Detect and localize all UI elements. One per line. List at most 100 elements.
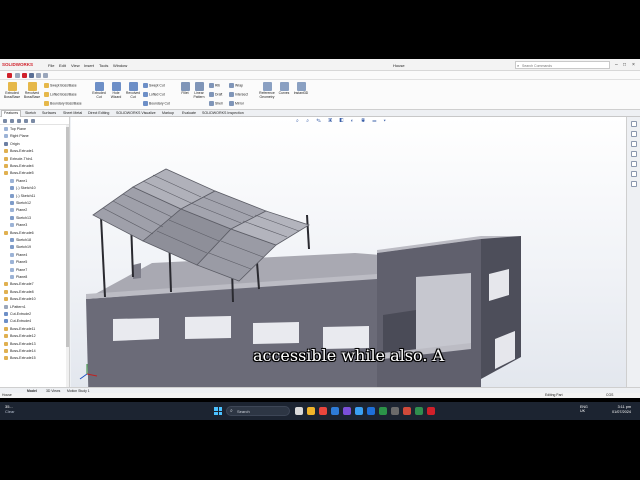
linear-pattern-button[interactable]: Linear Pattern	[191, 82, 207, 100]
tree-item[interactable]: Boss-Extrude10	[4, 296, 36, 303]
tree-item[interactable]: (-) Sketch11	[10, 193, 35, 200]
tree-item[interactable]: (-) Sketch10	[10, 185, 36, 192]
custom-properties-icon[interactable]	[631, 181, 637, 187]
menu-edit[interactable]: Edit	[59, 63, 66, 68]
tree-item[interactable]: Boss-Extrude14	[4, 348, 36, 355]
appearances-icon[interactable]	[631, 171, 637, 177]
tree-item[interactable]: LPattern1	[4, 304, 26, 311]
tree-item[interactable]: Extrude-Thin1	[4, 156, 33, 163]
tree-item[interactable]: Sketch12	[10, 200, 31, 207]
tree-item[interactable]: Plane4	[10, 252, 27, 259]
menu-view[interactable]: View	[71, 63, 80, 68]
menu-file[interactable]: File	[48, 63, 54, 68]
tab-solidworks-visualize[interactable]: SOLIDWORKS Visualize	[114, 111, 158, 115]
home-icon[interactable]	[631, 121, 637, 127]
fillet-button[interactable]: Fillet	[178, 82, 192, 96]
file-explorer-icon[interactable]	[631, 151, 637, 157]
menu-insert[interactable]: Insert	[84, 63, 94, 68]
tree-item[interactable]: Boss-Extrude12	[4, 333, 36, 340]
tree-item[interactable]: Boss-Extrude8	[4, 289, 34, 296]
status-units[interactable]: CGS	[606, 393, 613, 397]
swept-cut-button[interactable]: Swept Cut	[143, 83, 165, 88]
hole-wizard-button[interactable]: Hole Wizard	[107, 82, 125, 100]
taskbar-search[interactable]: ⌕ Search	[226, 406, 290, 416]
powerpoint-icon[interactable]	[403, 407, 411, 415]
curves-button[interactable]: Curves	[277, 82, 291, 96]
tab-sheet-metal[interactable]: Sheet Metal	[61, 111, 84, 115]
chrome-icon[interactable]	[319, 407, 327, 415]
shell-button[interactable]: Shell	[209, 101, 223, 106]
wrap-button[interactable]: Wrap	[229, 83, 243, 88]
tree-item[interactable]: Origin	[4, 141, 20, 148]
resources-icon[interactable]	[631, 131, 637, 137]
tree-item[interactable]: Plane8	[10, 274, 27, 281]
revolved-boss-button[interactable]: Revolved Boss/Base	[22, 82, 42, 100]
configuration-manager-icon[interactable]	[17, 119, 21, 123]
design-library-icon[interactable]	[631, 141, 637, 147]
undo-icon[interactable]	[43, 73, 48, 78]
draft-button[interactable]: Draft	[209, 92, 222, 97]
tree-scrollbar-thumb[interactable]	[66, 127, 69, 347]
tree-item[interactable]: Right Plane	[4, 133, 29, 140]
tab-sketch[interactable]: Sketch	[23, 111, 38, 115]
boundary-cut-button[interactable]: Boundary Cut	[143, 101, 170, 106]
new-icon[interactable]	[15, 73, 20, 78]
tree-item[interactable]: Boss-Extrude15	[4, 355, 36, 362]
tab-solidworks-inspection[interactable]: SOLIDWORKS Inspection	[200, 111, 246, 115]
property-manager-icon[interactable]	[10, 119, 14, 123]
tree-item[interactable]: Boss-Extrude1	[4, 148, 34, 155]
tree-item[interactable]: Boss-Extrude13	[4, 341, 36, 348]
mirror-button[interactable]: Mirror	[229, 101, 244, 106]
extruded-boss-button[interactable]: Extruded Boss/Base	[2, 82, 22, 100]
tree-item[interactable]: Sketch18	[10, 237, 31, 244]
menu-window[interactable]: Window	[113, 63, 127, 68]
tab-surfaces[interactable]: Surfaces	[40, 111, 58, 115]
tree-item[interactable]: Cut-Extrude2	[4, 311, 31, 318]
tree-item[interactable]: Sketch13	[10, 215, 31, 222]
instant3d-button[interactable]: Instant3D	[292, 82, 310, 96]
intersect-button[interactable]: Intersect	[229, 92, 248, 97]
tree-item[interactable]: Plane7	[10, 267, 27, 274]
print-icon[interactable]	[36, 73, 41, 78]
tree-item[interactable]: Plane1	[10, 178, 27, 185]
swept-boss-button[interactable]: Swept Boss/Base	[44, 83, 77, 88]
tree-item[interactable]: Boss-Extrude7	[4, 281, 34, 288]
tree-item[interactable]: Plane2	[10, 207, 27, 214]
word-icon[interactable]	[367, 407, 375, 415]
tab-markup[interactable]: Markup	[160, 111, 176, 115]
maximize-icon[interactable]: □	[623, 62, 626, 68]
boundary-boss-button[interactable]: Boundary Boss/Base	[44, 101, 82, 106]
tree-item[interactable]: Boss-Extrude5	[4, 170, 34, 177]
clock[interactable]: 3:11 pm 01/07/2024	[612, 405, 631, 415]
file-explorer-icon[interactable]	[307, 407, 315, 415]
dimxpert-icon[interactable]	[24, 119, 28, 123]
settings-icon[interactable]	[391, 407, 399, 415]
minimize-icon[interactable]: –	[615, 62, 618, 68]
tree-item[interactable]: Boss-Extrude11	[4, 326, 35, 333]
lofted-boss-button[interactable]: Lofted Boss/Base	[44, 92, 77, 97]
store-icon[interactable]	[343, 407, 351, 415]
graphics-area[interactable]: ⌕ ⌕ ✎ ▣ ◧ ◐ ◉ ▭ ▾ accessible while also.…	[71, 117, 626, 387]
rib-button[interactable]: Rib	[209, 83, 220, 88]
tree-item[interactable]: Plane5	[10, 259, 27, 266]
tab-features[interactable]: Features	[1, 110, 22, 117]
search-commands-input[interactable]: ⌕ Search Commands	[515, 61, 610, 69]
save-icon[interactable]	[29, 73, 34, 78]
tree-item[interactable]: Cut-Extrude4	[4, 318, 31, 325]
tree-item[interactable]: Sketch19	[10, 244, 31, 251]
menu-tools[interactable]: Tools	[99, 63, 108, 68]
extruded-cut-button[interactable]: Extruded Cut	[89, 82, 109, 100]
reference-geometry-button[interactable]: Reference Geometry	[255, 82, 279, 100]
feature-manager-icon[interactable]	[3, 119, 7, 123]
revolved-cut-button[interactable]: Revolved Cut	[124, 82, 142, 100]
task-view-icon[interactable]	[295, 407, 303, 415]
open-icon[interactable]	[22, 73, 27, 78]
edge-icon[interactable]	[331, 407, 339, 415]
display-manager-icon[interactable]	[31, 119, 35, 123]
lofted-cut-button[interactable]: Lofted Cut	[143, 92, 165, 97]
windows-start-icon[interactable]	[214, 407, 222, 415]
excel-icon[interactable]	[379, 407, 387, 415]
close-icon[interactable]: ×	[632, 62, 635, 68]
view-palette-icon[interactable]	[631, 161, 637, 167]
teams-icon[interactable]	[415, 407, 423, 415]
